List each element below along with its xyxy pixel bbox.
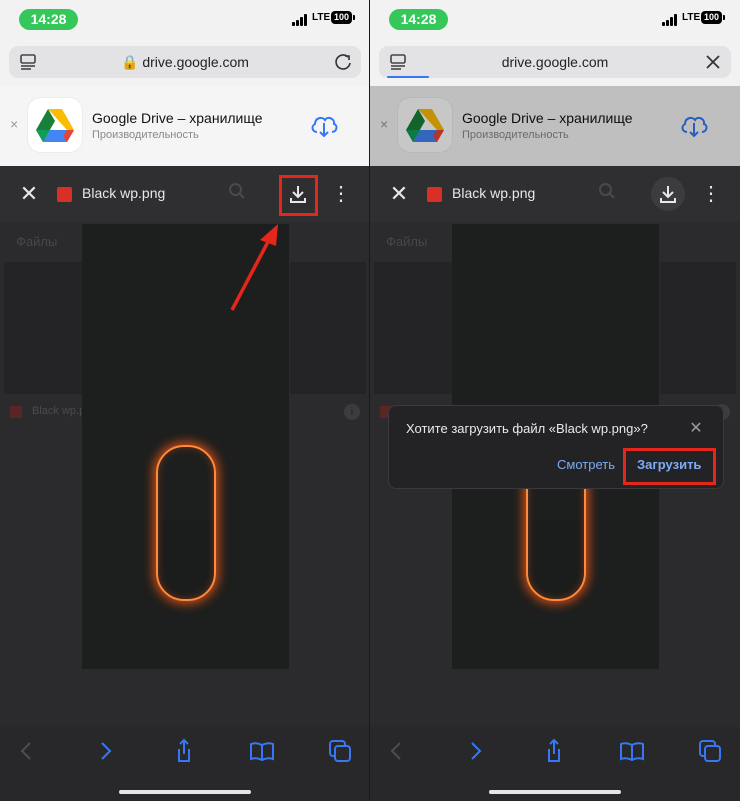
file-thumbnail — [290, 262, 366, 394]
viewer-toolbar: ✕ Black wp.png ⋮ — [370, 166, 740, 222]
banner-subtitle: Производительность — [92, 129, 199, 141]
browser-address-area: 🔒 drive.google.com — [0, 38, 370, 86]
app-banner[interactable]: × Google Drive – хранилище Производитель… — [0, 86, 370, 166]
status-time: 14:28 — [19, 9, 78, 30]
bookmarks-icon[interactable] — [618, 737, 646, 765]
files-section-label: Файлы — [386, 234, 428, 249]
battery-icon: 100 — [331, 11, 355, 24]
share-icon[interactable] — [170, 737, 198, 765]
red-arrow-icon — [230, 224, 278, 311]
close-icon[interactable]: ✕ — [388, 183, 410, 205]
tabs-icon[interactable] — [326, 737, 354, 765]
url-text[interactable]: drive.google.com — [379, 54, 731, 70]
forward-icon[interactable] — [92, 737, 120, 765]
right-screenshot: 14:28 LTE 100 drive.google.com × Google … — [370, 0, 740, 801]
files-section-label: Файлы — [16, 234, 58, 249]
info-icon: i — [344, 404, 360, 420]
confirm-highlight-box — [623, 448, 716, 485]
image-file-icon — [427, 187, 442, 202]
dialog-close-icon[interactable]: ✕ — [688, 421, 704, 437]
more-icon[interactable]: ⋮ — [331, 182, 351, 206]
dim-overlay-banner — [370, 86, 740, 166]
back-icon[interactable] — [12, 737, 40, 765]
cloud-download-icon[interactable] — [309, 112, 339, 138]
address-bar[interactable]: 🔒 drive.google.com — [9, 46, 361, 78]
glowing-pill-shape — [156, 445, 216, 601]
file-thumbnail — [660, 262, 736, 394]
network-label: LTE — [682, 12, 701, 23]
home-indicator — [489, 790, 621, 794]
network-label: LTE — [312, 12, 331, 23]
close-icon[interactable]: ✕ — [18, 183, 40, 205]
tabs-icon[interactable] — [696, 737, 724, 765]
share-icon[interactable] — [540, 737, 568, 765]
browser-address-area: drive.google.com — [370, 38, 740, 86]
image-file-icon — [57, 187, 72, 202]
forward-icon[interactable] — [462, 737, 490, 765]
url-text[interactable]: 🔒 drive.google.com — [9, 54, 361, 71]
search-icon[interactable] — [598, 182, 616, 200]
file-name: Black wp.png — [452, 185, 536, 201]
view-button[interactable]: Смотреть — [557, 457, 615, 472]
home-indicator — [119, 790, 251, 794]
file-thumbnail — [4, 262, 89, 394]
image-file-icon — [10, 406, 22, 418]
url-value: drive.google.com — [142, 54, 249, 70]
status-time: 14:28 — [389, 9, 448, 30]
address-bar[interactable]: drive.google.com — [379, 46, 731, 78]
download-highlight-box — [279, 175, 318, 216]
google-drive-app-icon — [28, 98, 82, 152]
search-icon[interactable] — [228, 182, 246, 200]
file-thumbnail — [374, 262, 459, 394]
status-bar: 14:28 LTE 100 — [370, 0, 740, 38]
download-icon[interactable] — [652, 178, 684, 210]
status-bar: 14:28 LTE 100 — [0, 0, 370, 38]
signal-icon — [292, 14, 312, 26]
left-screenshot: 14:28 LTE 100 🔒 drive.google.com × Googl… — [0, 0, 370, 801]
banner-title: Google Drive – хранилище — [92, 110, 263, 126]
stop-loading-close-icon[interactable] — [703, 52, 723, 72]
battery-icon: 100 — [701, 11, 725, 24]
back-icon[interactable] — [382, 737, 410, 765]
banner-close-icon[interactable]: × — [10, 116, 18, 132]
loading-progress-bar — [387, 76, 429, 78]
dialog-message: Хотите загрузить файл «Black wp.png»? — [406, 421, 648, 436]
reload-icon[interactable] — [333, 52, 353, 72]
more-icon[interactable]: ⋮ — [701, 182, 721, 206]
file-name: Black wp.png — [82, 185, 166, 201]
signal-icon — [662, 14, 682, 26]
bookmarks-icon[interactable] — [248, 737, 276, 765]
